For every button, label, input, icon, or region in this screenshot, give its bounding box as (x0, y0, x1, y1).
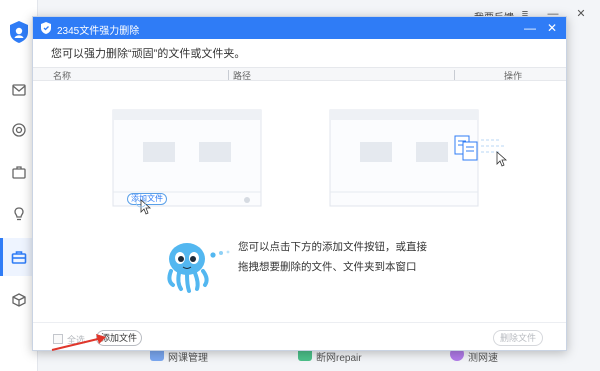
cube-icon[interactable] (11, 292, 27, 308)
hint-text-line1: 您可以点击下方的添加文件按钮，或直接 (238, 241, 427, 253)
minimize-icon[interactable]: — (521, 19, 539, 37)
red-arrow-annotation (51, 334, 106, 351)
hint-text-line2: 拖拽想要删除的文件、文件夹到本窗口 (238, 261, 417, 273)
dragging-files-icon (454, 135, 508, 167)
close-icon[interactable]: ✕ (574, 7, 588, 21)
briefcase-icon[interactable] (11, 164, 27, 180)
force-delete-dialog: 2345文件强力删除 — ✕ 您可以强力删除“顽固”的文件或文件夹。 名称 路径… (32, 16, 567, 351)
bottom-item-course[interactable]: 网课管理 (168, 349, 208, 364)
octopus-mascot-icon (167, 243, 230, 293)
toolbox-icon (11, 251, 27, 264)
bottom-item-speed[interactable]: 测网速 (468, 349, 498, 364)
close-icon[interactable]: ✕ (543, 19, 561, 37)
delete-file-button[interactable]: 删除文件 (493, 330, 543, 346)
bottom-item-repair[interactable]: 断网repair (316, 349, 362, 364)
dialog-title: 2345文件强力删除 (57, 26, 140, 37)
column-name[interactable]: 名称 (53, 69, 71, 82)
mail-icon[interactable] (11, 82, 27, 98)
click-cursor-icon (135, 198, 152, 215)
file-table-header: 名称 路径 操作 (33, 67, 566, 81)
target-icon[interactable] (11, 122, 27, 138)
dialog-titlebar[interactable]: 2345文件强力删除 — ✕ (33, 17, 566, 39)
column-separator[interactable] (228, 70, 229, 80)
shield-icon (41, 22, 51, 34)
drop-area[interactable]: 添加文件 您可以点击下方的添加文件按钮，或直接 拖拽想要删除的文件、文件夹到本窗… (33, 82, 566, 322)
column-separator[interactable] (454, 70, 455, 80)
shield-logo-icon (10, 21, 28, 43)
column-path[interactable]: 路径 (233, 69, 251, 82)
bulb-icon[interactable] (11, 206, 27, 222)
column-action: 操作 (504, 71, 523, 81)
dialog-subtitle: 您可以强力删除“顽固”的文件或文件夹。 (51, 48, 246, 60)
dialog-footer: 全选 添加文件 删除文件 (33, 322, 566, 350)
